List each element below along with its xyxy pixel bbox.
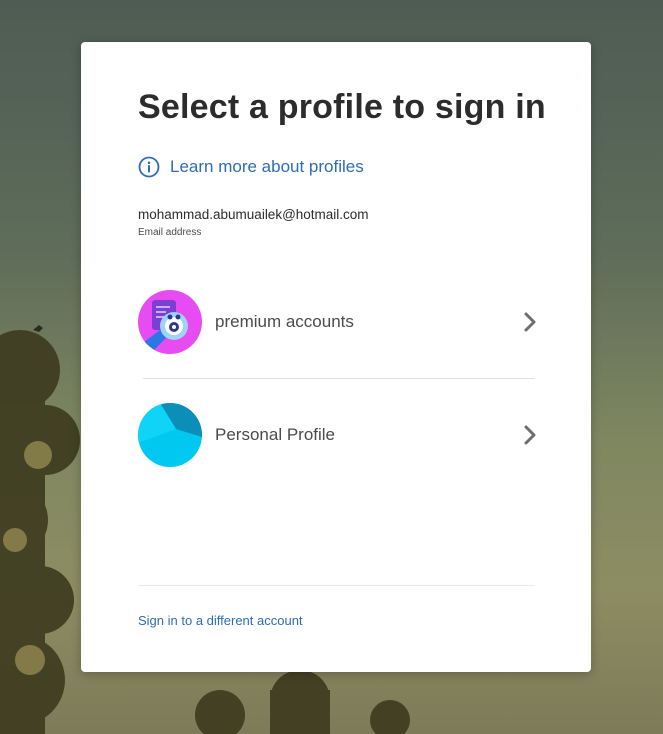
profile-name: premium accounts bbox=[215, 312, 354, 331]
profile-option-personal-profile[interactable]: Personal Profile bbox=[138, 402, 538, 468]
sign-in-different-account-link[interactable]: Sign in to a different account bbox=[138, 613, 303, 628]
profile-name: Personal Profile bbox=[215, 425, 336, 444]
info-icon bbox=[138, 156, 160, 178]
personal-profile-avatar bbox=[138, 403, 202, 467]
page-title: Select a profile to sign in bbox=[138, 88, 546, 126]
profile-divider bbox=[143, 378, 535, 379]
email-address-label: Email address bbox=[138, 227, 202, 238]
profile-selection-card: Select a profile to sign in Learn more a… bbox=[81, 42, 591, 672]
premium-accounts-avatar bbox=[138, 290, 202, 354]
account-email: mohammad.abumuailek@hotmail.com bbox=[138, 207, 369, 222]
learn-more-link[interactable]: Learn more about profiles bbox=[138, 156, 364, 178]
chevron-right-icon bbox=[524, 425, 536, 445]
chevron-right-icon bbox=[524, 312, 536, 332]
learn-more-label: Learn more about profiles bbox=[170, 157, 364, 176]
footer-divider bbox=[138, 585, 535, 586]
profile-option-premium-accounts[interactable]: premium accounts bbox=[138, 289, 538, 355]
